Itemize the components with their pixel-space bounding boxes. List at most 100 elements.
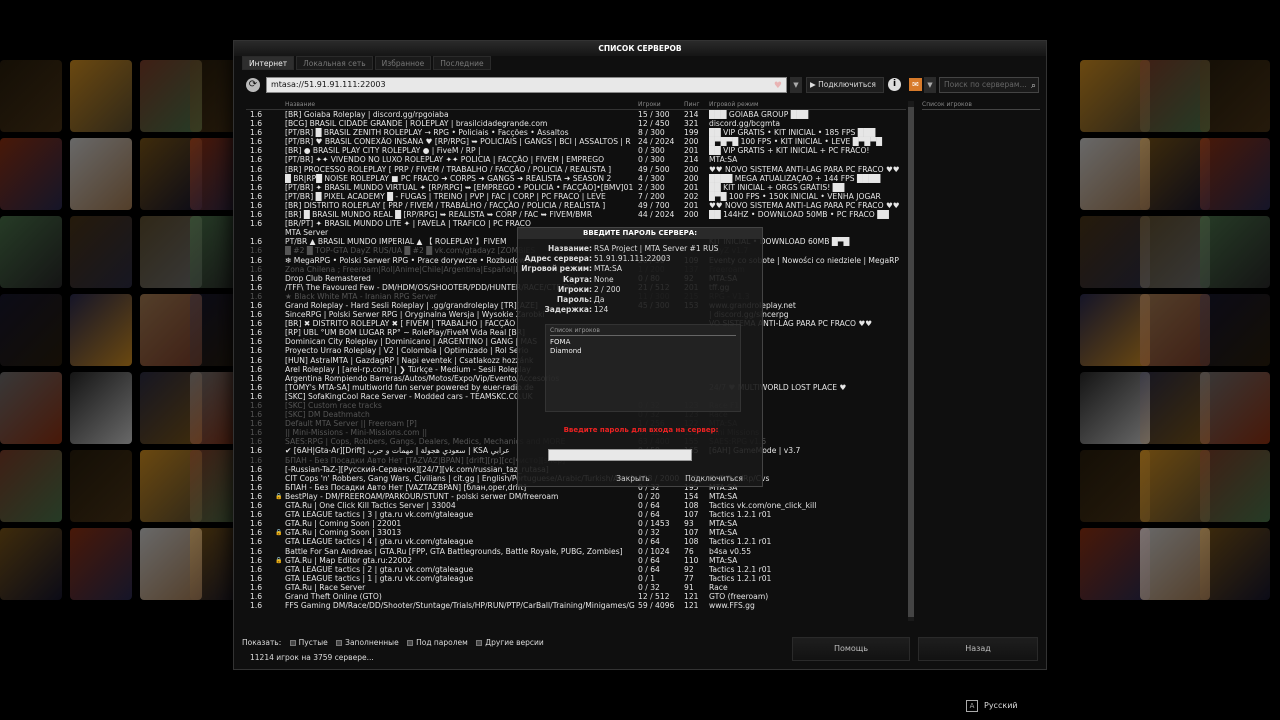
server-version: 1.6 [250, 455, 263, 465]
info-value: Да [594, 294, 605, 304]
news-icon[interactable]: ✉ [909, 78, 922, 91]
server-version: 1.6 [250, 355, 263, 365]
background-tile [70, 216, 132, 288]
server-row[interactable]: 1.6 🔒 GTA.Ru | Map Editor gta.ru:22002 0 / … [246, 556, 906, 565]
connect-button[interactable]: ▶ Подключиться [806, 77, 884, 93]
server-name: GTA.Ru | Coming Soon | 33013 [285, 528, 402, 538]
server-mode: ██ VIP GRATIS • KIT INICIAL • 185 FPS ██… [709, 128, 876, 138]
lock-icon: 🔒 [275, 529, 283, 537]
server-row[interactable]: 1.6 GTA LEAGUE tactics | 2 | gta.ru vk.co… [246, 565, 906, 574]
server-name: GTA LEAGUE tactics | 1 | gta.ru vk.com/g… [285, 573, 474, 583]
server-row[interactable]: 1.6 [PT/BR] ♥ BRASIL CONEXÃO INSANA ♥ [RP… [246, 137, 906, 146]
list-header: Название Игроки Пинг Игровой режим [246, 101, 906, 110]
server-row[interactable]: 1.6 [PT/BR] █ PIXEL ACADEMY █ - FUGAS | T… [246, 192, 906, 201]
server-row[interactable]: 1.6 Grand Theft Online (GTO) 12 / 512 121 GT… [246, 592, 906, 601]
server-row[interactable]: 1.6 GTA LEAGUE tactics | 1 | gta.ru vk.co… [246, 574, 906, 583]
server-mode: ██ 144HZ • DOWNLOAD 50MB • PC FRACO ██ [709, 210, 889, 220]
server-version: 1.6 [250, 310, 263, 320]
server-row[interactable]: 1.6 GTA LEAGUE tactics | 3 | gta.ru vk.co… [246, 510, 906, 519]
server-ping: 201 [684, 182, 699, 192]
tab-lan[interactable]: Локальная сеть [296, 56, 373, 70]
server-mode: www.FFS.gg [709, 601, 755, 611]
info-row: Карта: None [518, 275, 764, 285]
background-tile [1200, 60, 1270, 132]
server-row[interactable]: 1.6 [BR] DISTRITO ROLEPLAY [ PRP / FIVEM … [246, 201, 906, 210]
tab-favourites[interactable]: Избранное [374, 56, 432, 70]
help-button[interactable]: Помощь [792, 637, 910, 661]
server-row[interactable]: 1.6 [PT/BR] ✦✦ VIVENDO NO LUXO ROLEPLAY ✦… [246, 155, 906, 164]
server-version: 1.6 [250, 428, 263, 438]
password-input[interactable] [548, 449, 692, 461]
server-row[interactable]: 1.6 🔒 GTA.Ru | Coming Soon | 33013 0 / 32 10… [246, 528, 906, 537]
server-row[interactable]: 1.6 GTA.Ru | Coming Soon | 22001 0 / 1453 9… [246, 519, 906, 528]
search-dropdown-icon[interactable]: ▼ [924, 77, 936, 93]
server-row[interactable]: 1.6 [BR] PROCESSO ROLEPLAY [ PRP / FIVEM … [246, 165, 906, 174]
server-version: 1.6 [250, 564, 263, 574]
background-tile [0, 60, 62, 132]
server-version: 1.6 [250, 319, 263, 329]
password-dialog: ВВЕДИТЕ ПАРОЛЬ СЕРВЕРА: Название: RSA Pro… [517, 227, 763, 487]
server-name: █ BR|RP█ NOISE ROLEPLAY ■ PC FRACO ➜ COR… [285, 173, 612, 183]
server-row[interactable]: 1.6 Battle For San Andreas | GTA.Ru [FPP,… [246, 547, 906, 556]
address-dropdown-icon[interactable]: ▼ [790, 77, 802, 93]
server-ping: 121 [684, 591, 699, 601]
server-row[interactable]: 1.6 [PT/BR] ✦ BRASIL MUNDO VIRTUAL ✦ [RP/… [246, 183, 906, 192]
server-version: 1.6 [250, 291, 263, 301]
server-row[interactable]: 1.6 [BR] █ BRASIL MUNDO REAL █ [RP/RPG] ➥… [246, 210, 906, 219]
language-selector[interactable]: A Русский [966, 700, 1018, 712]
server-version: 1.6 [250, 464, 263, 474]
server-row[interactable]: 1.6 [BR] ● BRASIL PLAY CITY ROLEPLAY ● | … [246, 146, 906, 155]
tab-internet[interactable]: Интернет [242, 56, 295, 70]
background-tile [70, 528, 132, 600]
background-tile [70, 450, 132, 522]
filter-empty[interactable]: Пустые [289, 638, 328, 647]
back-button[interactable]: Назад [918, 637, 1038, 661]
server-row[interactable]: 1.6 [BCG] BRASIL CIDADE GRANDE | ROLEPLAY… [246, 119, 906, 128]
server-row[interactable]: 1.6 GTA LEAGUE tactics | 4 | gta.ru vk.co… [246, 537, 906, 546]
column-mode[interactable]: Игровой режим [709, 101, 899, 108]
refresh-icon[interactable]: ⟳ [246, 78, 260, 92]
server-ping: 199 [684, 128, 699, 138]
server-ping: 214 [684, 155, 699, 165]
server-version: 1.6 [250, 391, 263, 401]
close-button[interactable]: Закрыть [598, 472, 668, 485]
info-icon[interactable]: i [888, 78, 901, 91]
server-version: 1.6 [250, 546, 263, 556]
server-name: [PT/BR] ✦ BRASIL MUNDO VIRTUAL ✦ [RP/RPG… [285, 182, 634, 192]
background-tile [70, 294, 132, 366]
list-scrollbar[interactable] [908, 101, 914, 621]
info-label: Игроки: [557, 284, 592, 294]
column-name[interactable]: Название [285, 101, 635, 108]
info-value: RSA Project | MTA Server #1 RUS [594, 244, 719, 253]
server-version: 1.6 [250, 246, 263, 256]
server-row[interactable]: 1.6 GTA.Ru | One Click Kill Tactics Serve… [246, 501, 906, 510]
server-name: [PT/BR] █ PIXEL ACADEMY █ - FUGAS | TREI… [285, 191, 606, 201]
server-row[interactable]: 1.6 🔒 BestPlay - DM/FREEROAM/PARKOUR/STUNT… [246, 492, 906, 501]
server-row[interactable]: 1.6 [PT/BR] █ BRASIL ZENITH ROLEPLAY → RP… [246, 128, 906, 137]
background-tile [1200, 372, 1270, 444]
server-row[interactable]: 1.6 [BR] Goiaba Roleplay | discord.gg/rpg… [246, 110, 906, 119]
server-version: 1.6 [250, 601, 263, 611]
server-mode: Race [709, 582, 728, 592]
player-list-header: Список игроков [922, 101, 1040, 110]
server-row[interactable]: 1.6 FFS Gaming DM/Race/DD/Shooter/Stuntag… [246, 601, 906, 610]
server-ping: 200 [684, 164, 699, 174]
filter-label: Показать: [242, 638, 282, 647]
server-ping: 121 [684, 601, 699, 611]
address-input[interactable]: mtasa://51.91.91.111:22003 ♥ [266, 77, 787, 93]
server-row[interactable]: 1.6 GTA.Ru | Race Server 0 / 32 91 Race [246, 583, 906, 592]
server-row[interactable]: 1.6 █ BR|RP█ NOISE ROLEPLAY ■ PC FRACO ➜ … [246, 174, 906, 183]
tab-recent[interactable]: Последние [433, 56, 491, 70]
scrollbar-thumb[interactable] [908, 107, 914, 617]
favourite-heart-icon[interactable]: ♥ [774, 79, 782, 93]
server-ping: 108 [684, 501, 699, 511]
info-row: Игровой режим: MTA:SA [518, 264, 764, 274]
address-value: mtasa://51.91.91.111:22003 [271, 80, 386, 89]
column-ping[interactable]: Пинг [684, 101, 706, 108]
dialog-connect-button[interactable]: Подключиться [678, 472, 750, 485]
filter-other-versions[interactable]: Другие версии [476, 638, 544, 647]
filter-full[interactable]: Заполненные [336, 638, 399, 647]
filter-locked[interactable]: Под паролем [407, 638, 468, 647]
server-version: 1.6 [250, 437, 263, 447]
search-input[interactable]: Поиск по серверам... ⌕ [939, 77, 1039, 93]
